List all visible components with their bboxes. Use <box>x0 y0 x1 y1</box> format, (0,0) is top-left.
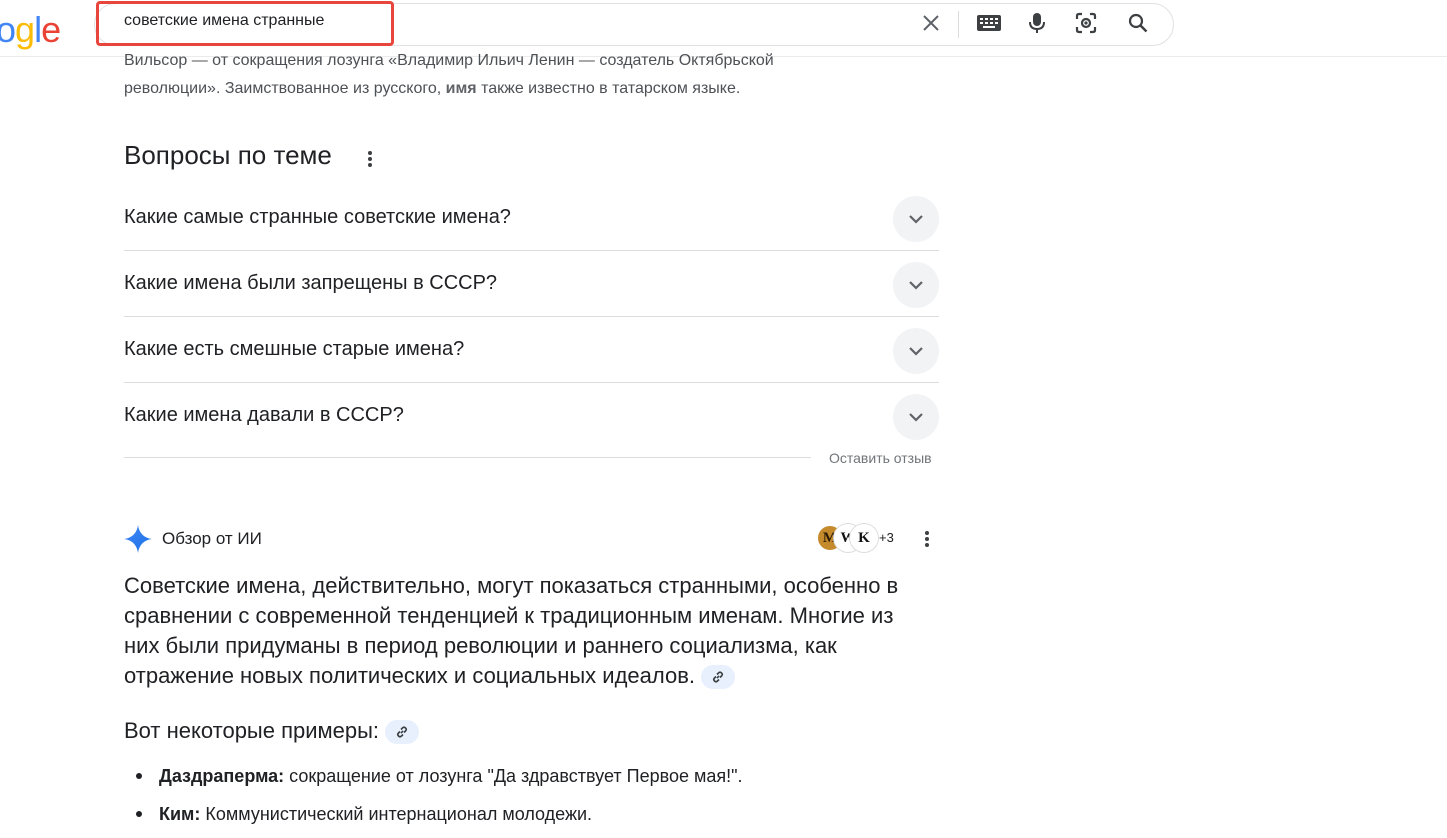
source-icon[interactable]: K <box>850 524 878 552</box>
example-term: Ким: <box>159 804 201 824</box>
bullet <box>136 773 142 779</box>
snippet-line-2: революции». Заимствованное из русского, … <box>124 76 844 102</box>
snippet-text: революции». Заимствованное из русского, <box>124 80 446 97</box>
search-icon[interactable] <box>1125 10 1151 36</box>
related-question[interactable]: Какие есть смешные старые имена? <box>124 317 939 383</box>
chevron-down-icon[interactable] <box>893 196 939 242</box>
divider <box>124 457 811 458</box>
result-snippet: Вильсор — от сокращения лозунга «Владими… <box>124 50 844 102</box>
ai-overview-paragraph: Советские имена, действительно, могут по… <box>124 571 914 691</box>
link-icon[interactable] <box>385 720 420 745</box>
ai-overview-label: Обзор от ИИ <box>162 529 262 548</box>
lens-icon[interactable] <box>1073 10 1099 36</box>
related-question-text: Какие есть смешные старые имена? <box>124 338 465 360</box>
feedback-link[interactable]: Оставить отзыв <box>829 450 932 466</box>
related-question-text: Какие имена давали в СССР? <box>124 404 404 426</box>
snippet-bold: имя <box>445 80 477 97</box>
link-icon[interactable] <box>701 665 736 690</box>
example-desc: сокращение от лозунга "Да здравствует Пе… <box>284 766 743 786</box>
search-query-highlight <box>96 1 394 46</box>
snippet-text: также известно в татарском языке. <box>476 80 741 97</box>
list-item: Даздраперма: сокращение от лозунга "Да з… <box>124 762 924 800</box>
clear-icon[interactable] <box>918 10 944 36</box>
related-question-text: Какие имена были запрещены в СССР? <box>124 272 498 294</box>
search-header: ogle советские имена странные <box>0 0 1447 57</box>
more-options-icon[interactable] <box>358 147 382 171</box>
related-question-text: Какие самые странные советские имена? <box>124 206 511 228</box>
bullet <box>136 811 142 817</box>
google-logo[interactable]: ogle <box>0 10 61 50</box>
related-question[interactable]: Какие самые странные советские имена? <box>124 185 939 251</box>
related-question[interactable]: Какие имена были запрещены в СССР? <box>124 251 939 317</box>
divider <box>958 11 959 38</box>
snippet-line-1: Вильсор — от сокращения лозунга «Владими… <box>124 52 774 69</box>
example-term: Даздраперма: <box>159 766 285 786</box>
chevron-down-icon[interactable] <box>893 328 939 374</box>
related-question[interactable]: Какие имена давали в СССР? <box>124 383 939 449</box>
examples-heading-text: Вот некоторые примеры: <box>124 718 380 743</box>
ai-overview-text: Советские имена, действительно, могут по… <box>124 573 899 688</box>
list-item: Ким: Коммунистический интернационал моло… <box>124 800 924 838</box>
related-questions-title: Вопросы по теме <box>124 140 332 170</box>
chevron-down-icon[interactable] <box>893 262 939 308</box>
example-desc: Коммунистический интернационал молодежи. <box>200 804 593 824</box>
more-sources-count[interactable]: +3 <box>879 530 894 545</box>
keyboard-icon[interactable] <box>976 10 1002 36</box>
related-questions-list: Какие самые странные советские имена? Ка… <box>124 185 939 449</box>
ai-sparkle-icon <box>124 525 152 553</box>
more-options-icon[interactable] <box>915 527 939 551</box>
examples-list: Даздраперма: сокращение от лозунга "Да з… <box>124 762 924 838</box>
chevron-down-icon[interactable] <box>893 394 939 440</box>
examples-heading: Вот некоторые примеры: <box>124 718 420 745</box>
microphone-icon[interactable] <box>1024 10 1050 36</box>
